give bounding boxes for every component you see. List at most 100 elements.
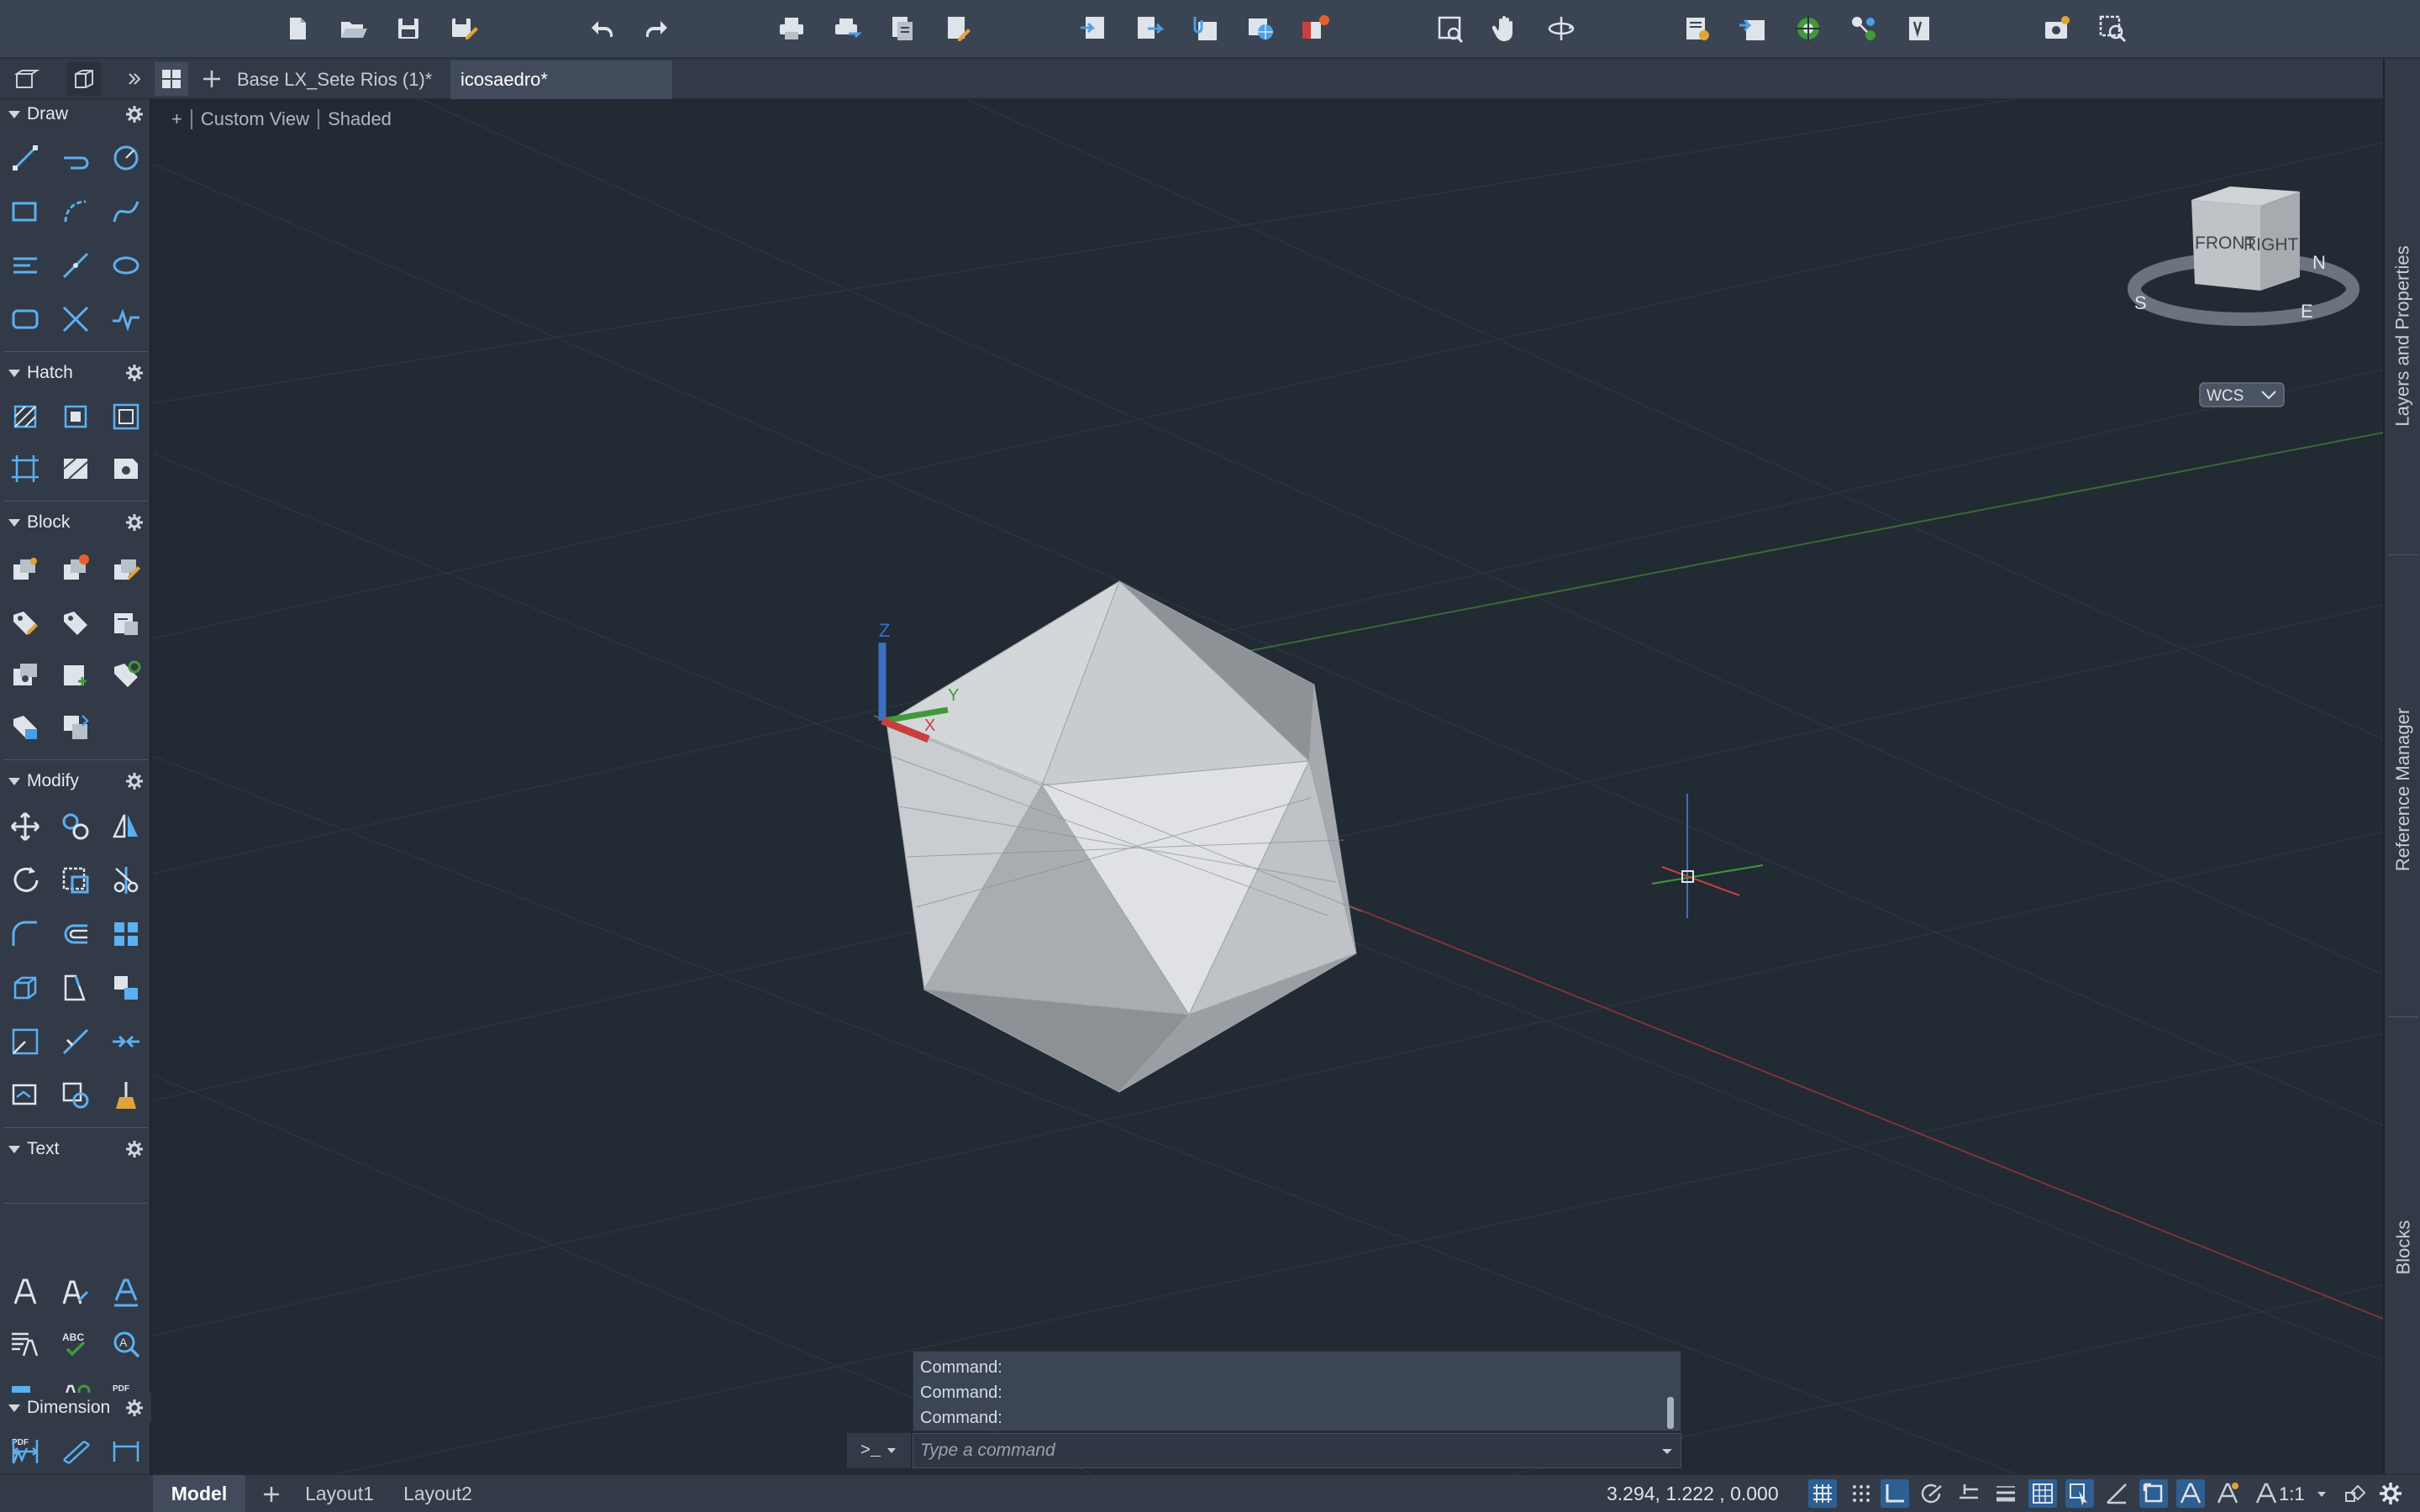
array-tool-icon[interactable] — [104, 912, 148, 956]
tab-icosaedro[interactable]: icosaedro* — [450, 60, 672, 99]
ellipse-tool-icon[interactable] — [104, 244, 148, 287]
open-file-icon[interactable] — [336, 12, 370, 45]
gear-icon[interactable] — [124, 363, 145, 383]
chevron-down-icon[interactable] — [1659, 1443, 1676, 1460]
attribute-extract-icon[interactable] — [3, 706, 47, 749]
draw-section-header[interactable]: Draw — [0, 99, 151, 129]
block-editor-icon[interactable] — [3, 654, 47, 697]
compass-e-label[interactable]: E — [2301, 301, 2313, 322]
gear-icon[interactable] — [124, 512, 145, 533]
revision-cloud-icon[interactable] — [3, 297, 47, 341]
2d-view-icon[interactable] — [10, 62, 44, 96]
join-tool-icon[interactable] — [104, 1020, 148, 1063]
new-file-icon[interactable] — [281, 12, 314, 45]
quickcalc-icon[interactable] — [1902, 12, 1936, 45]
save-icon[interactable] — [392, 12, 425, 45]
sketch-tool-icon[interactable] — [104, 297, 148, 341]
viewport-menu-button[interactable]: + — [171, 108, 182, 130]
ray-tool-icon[interactable] — [54, 297, 97, 341]
line-tool-icon[interactable] — [3, 136, 47, 180]
dimension-section-header[interactable]: Dimension — [0, 1393, 151, 1423]
scale-tool-icon[interactable] — [54, 858, 97, 902]
text-style-icon[interactable] — [104, 1270, 148, 1314]
tool-palettes-icon[interactable] — [1847, 12, 1881, 45]
snap-mode-icon[interactable] — [1847, 1479, 1876, 1508]
workspace-switch-icon[interactable] — [2341, 1479, 2370, 1508]
extrude-tool-icon[interactable] — [3, 966, 47, 1010]
gear-icon[interactable] — [124, 1398, 145, 1418]
hatch-section-header[interactable]: Hatch — [0, 358, 151, 388]
spline-tool-icon[interactable] — [104, 190, 148, 234]
hatch-lines-tool-icon[interactable] — [3, 244, 47, 287]
render-icon[interactable] — [2040, 12, 2074, 45]
extend-tool-icon[interactable] — [54, 1020, 97, 1063]
shared-views-icon[interactable] — [1299, 12, 1333, 45]
offset-tool-icon[interactable] — [54, 912, 97, 956]
compass-n-label[interactable]: N — [2312, 252, 2326, 273]
region-tool-icon[interactable] — [3, 447, 47, 491]
gear-icon[interactable] — [124, 771, 145, 791]
annotation-visibility-icon[interactable] — [2176, 1479, 2205, 1508]
transparency-icon[interactable] — [2028, 1479, 2057, 1508]
web-share-icon[interactable] — [1244, 12, 1277, 45]
command-prompt-button[interactable]: >_ — [847, 1433, 911, 1468]
circle-tool-icon[interactable] — [104, 136, 148, 180]
zoom-window-icon[interactable] — [1434, 12, 1467, 45]
image-tool-icon[interactable] — [104, 447, 148, 491]
coordinate-readout[interactable]: 3.294, 1.222 , 0.000 — [1607, 1475, 1779, 1512]
properties-icon[interactable] — [1681, 12, 1714, 45]
gear-icon[interactable] — [124, 104, 145, 124]
create-block-icon[interactable] — [54, 548, 97, 591]
linear-dimension-icon[interactable] — [3, 1430, 47, 1473]
3d-view-icon[interactable] — [67, 62, 101, 96]
reference-manager-tab[interactable]: Reference Manager — [2388, 563, 2418, 1016]
mirror-tool-icon[interactable] — [104, 805, 148, 848]
plot-icon[interactable] — [775, 12, 808, 45]
import-icon[interactable] — [1077, 12, 1111, 45]
boundary-tool-icon[interactable] — [104, 395, 148, 438]
polyline-tool-icon[interactable] — [54, 136, 97, 180]
pan-hand-icon[interactable] — [1489, 12, 1523, 45]
block-palette-icon[interactable] — [54, 706, 97, 749]
edit-text-icon[interactable] — [3, 1322, 47, 1366]
arc-tool-icon[interactable] — [54, 190, 97, 234]
attribute-tag-icon[interactable] — [54, 601, 97, 645]
move-tool-icon[interactable] — [3, 805, 47, 848]
model-tab[interactable]: Model — [153, 1475, 245, 1512]
visual-style-control[interactable]: Shaded — [328, 108, 392, 130]
hatch-tool-icon[interactable] — [3, 395, 47, 438]
define-attributes-icon[interactable] — [3, 601, 47, 645]
insert-block-icon[interactable] — [3, 548, 47, 591]
model-viewport[interactable]: Z Y X FRONT RIGHT S E N WCS + Custom Vie… — [153, 99, 2383, 1474]
block-section-header[interactable]: Block — [0, 507, 151, 538]
draworder-tool-icon[interactable] — [54, 1074, 97, 1117]
object-snap-tracking-icon[interactable] — [2102, 1479, 2131, 1508]
rectangle-tool-icon[interactable] — [3, 190, 47, 234]
settings-gear-icon[interactable] — [2376, 1479, 2405, 1508]
add-layout-icon[interactable] — [252, 1475, 291, 1512]
gradient-tool-icon[interactable] — [54, 395, 97, 438]
undo-icon[interactable] — [585, 12, 618, 45]
save-as-icon[interactable] — [447, 12, 481, 45]
redo-icon[interactable] — [640, 12, 674, 45]
gear-icon[interactable] — [124, 1139, 145, 1159]
tab-base-lx-sete-rios[interactable]: Base LX_Sete Rios (1)* — [227, 60, 445, 99]
trim-tool-icon[interactable] — [104, 858, 148, 902]
sync-attributes-icon[interactable] — [104, 654, 148, 697]
stretch-tool-icon[interactable] — [54, 966, 97, 1010]
chevron-down-icon[interactable] — [2316, 1488, 2328, 1500]
single-line-text-icon[interactable] — [54, 1270, 97, 1314]
explode-tool-icon[interactable] — [3, 1020, 47, 1063]
new-tab-icon[interactable] — [195, 62, 229, 96]
icosahedron-solid[interactable] — [885, 580, 1357, 1093]
find-object-icon[interactable] — [2096, 12, 2129, 45]
erase-broom-icon[interactable] — [104, 1074, 148, 1117]
modify-section-header[interactable]: Modify — [0, 766, 151, 796]
wblock-icon[interactable] — [54, 654, 97, 697]
fillet-tool-icon[interactable] — [3, 912, 47, 956]
annotation-scale-value[interactable]: 1:1 — [2279, 1475, 2305, 1512]
isodraft-icon[interactable] — [1954, 1479, 1983, 1508]
aligned-dimension-icon[interactable] — [54, 1430, 97, 1473]
tab-grid-icon[interactable] — [155, 62, 188, 96]
command-history[interactable]: Command: Command: Command: — [913, 1351, 1681, 1431]
